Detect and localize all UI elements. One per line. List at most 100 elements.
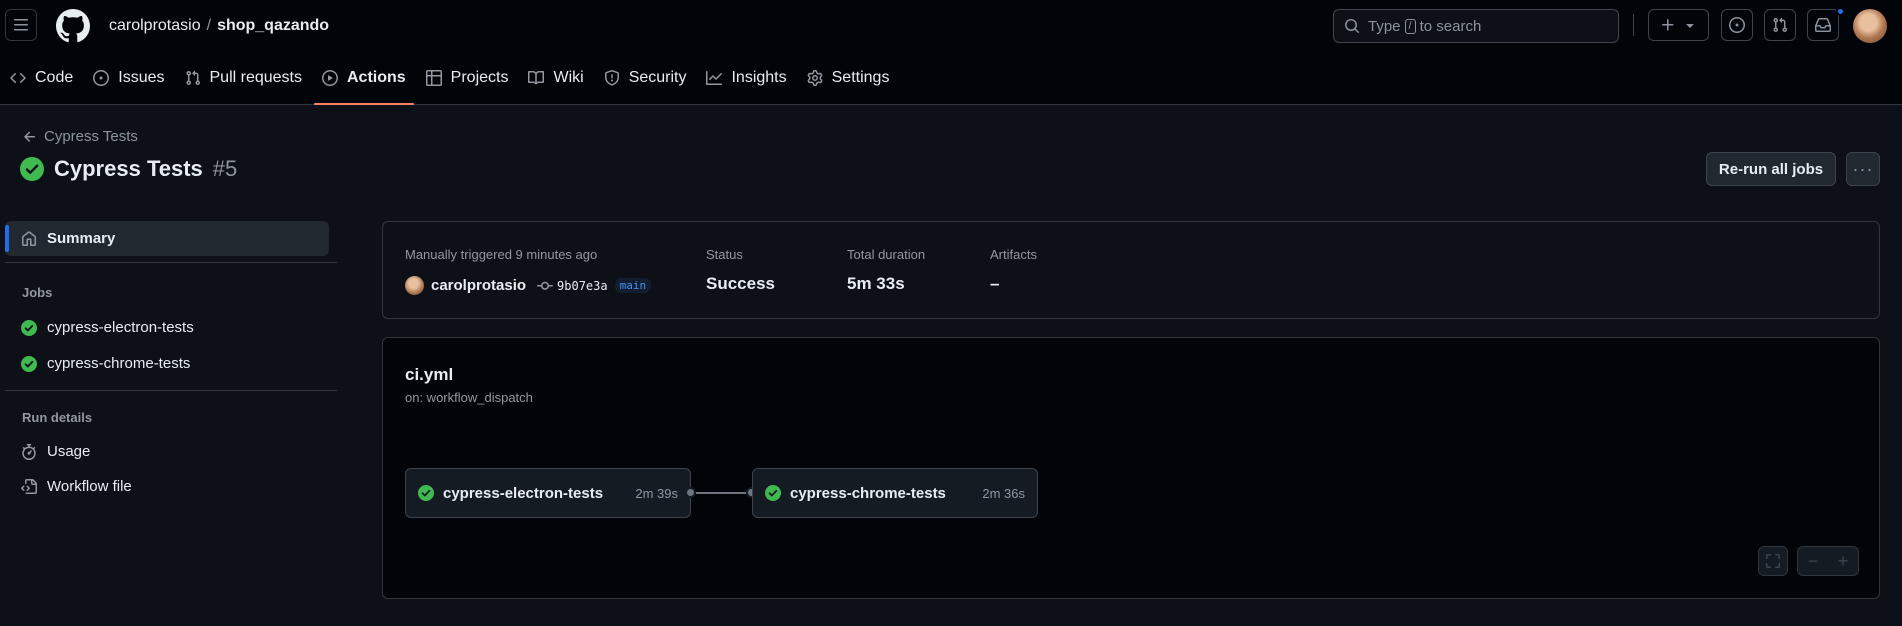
artifacts-label: Artifacts [990, 247, 1037, 262]
commit-sha-link[interactable]: 9b07e3a [537, 278, 608, 294]
menu-button[interactable] [5, 9, 37, 41]
actor-avatar[interactable] [405, 276, 424, 295]
search-suffix: to search [1419, 17, 1482, 35]
sidebar-divider [5, 262, 337, 263]
job-duration: 2m 39s [635, 485, 678, 501]
tab-actions-label: Actions [347, 69, 406, 86]
artifacts-value: – [990, 274, 1000, 293]
check-circle-fill-icon [418, 485, 434, 501]
graph-connector-line [696, 492, 746, 494]
back-to-workflow-link[interactable]: Cypress Tests [22, 128, 138, 145]
tab-actions[interactable]: Actions [312, 62, 416, 105]
graph-icon [706, 71, 723, 85]
git-pull-request-icon [185, 70, 200, 86]
sidebar-job-chrome[interactable]: cypress-chrome-tests [21, 355, 190, 372]
tab-wiki-label: Wiki [553, 69, 584, 86]
plus-icon [1661, 19, 1673, 31]
tab-code[interactable]: Code [0, 62, 83, 94]
zoom-controls: − + [1797, 546, 1859, 576]
job-node-chrome[interactable]: cypress-chrome-tests 2m 36s [752, 468, 1038, 518]
back-label: Cypress Tests [44, 128, 138, 145]
zoom-in-button[interactable]: + [1838, 551, 1849, 572]
fullscreen-button[interactable] [1758, 546, 1788, 576]
job-duration: 2m 36s [982, 485, 1025, 501]
zoom-out-button[interactable]: − [1808, 551, 1819, 572]
global-header: carolprotasio / shop_qazando Type / to sea… [0, 0, 1902, 105]
status-value: Success [706, 274, 775, 293]
repo-link[interactable]: shop_qazando [217, 17, 329, 34]
tab-wiki[interactable]: Wiki [518, 62, 593, 94]
pull-requests-button[interactable] [1764, 9, 1796, 41]
hamburger-icon [14, 19, 28, 31]
tab-pull-requests[interactable]: Pull requests [175, 62, 313, 94]
jobs-heading: Jobs [22, 285, 53, 300]
commit-sha: 9b07e3a [557, 278, 608, 293]
run-summary-card: Manually triggered 9 minutes ago carolpr… [382, 221, 1880, 319]
sidebar-divider [5, 390, 337, 391]
search-shortcut-key: / [1404, 18, 1416, 34]
trigger-label: Manually triggered 9 minutes ago [405, 247, 598, 262]
sidebar-item-workflow-file[interactable]: Workflow file [21, 478, 132, 495]
issues-button[interactable] [1721, 9, 1753, 41]
graph-connector-dot [685, 487, 696, 498]
tab-settings[interactable]: Settings [797, 62, 900, 94]
sidebar-item-usage-label: Usage [47, 443, 91, 460]
sidebar-item-workflow-file-label: Workflow file [47, 478, 132, 495]
duration-value: 5m 33s [847, 274, 905, 293]
run-number: #5 [212, 156, 238, 181]
triangle-down-icon [1685, 24, 1694, 28]
check-circle-fill-icon [21, 319, 37, 336]
notification-dot [1836, 7, 1845, 16]
tab-projects[interactable]: Projects [416, 62, 519, 94]
book-icon [528, 70, 545, 85]
workflow-file-name: ci.yml [405, 365, 454, 384]
breadcrumb-separator: / [206, 17, 212, 34]
git-commit-icon [537, 281, 554, 290]
header-divider [1633, 14, 1634, 36]
table-icon [425, 70, 442, 86]
owner-link[interactable]: carolprotasio [109, 17, 201, 34]
branch-label[interactable]: main [614, 278, 652, 293]
sidebar-item-usage[interactable]: Usage [21, 443, 90, 460]
screen-full-icon [1766, 554, 1780, 568]
tab-security[interactable]: Security [594, 62, 697, 94]
sidebar-job-electron[interactable]: cypress-electron-tests [21, 319, 194, 336]
inbox-icon [1815, 18, 1831, 32]
rerun-all-jobs-button[interactable]: Re-run all jobs [1706, 152, 1836, 186]
sidebar-item-summary[interactable]: Summary [5, 221, 329, 256]
issue-opened-icon [1729, 17, 1745, 33]
sidebar-job-label: cypress-chrome-tests [47, 355, 191, 372]
stopwatch-icon [22, 443, 36, 460]
tab-issues[interactable]: Issues [83, 62, 174, 94]
file-code-icon [21, 478, 37, 494]
status-label: Status [706, 247, 743, 262]
check-circle-fill-icon [21, 355, 37, 372]
workflow-trigger: on: workflow_dispatch [405, 390, 533, 405]
tab-insights-label: Insights [731, 69, 787, 86]
tab-code-label: Code [35, 69, 74, 86]
create-new-button[interactable] [1648, 9, 1709, 41]
tab-issues-label: Issues [118, 69, 165, 86]
tab-insights[interactable]: Insights [696, 62, 796, 94]
tab-security-label: Security [628, 69, 687, 86]
inbox-button[interactable] [1807, 9, 1839, 41]
job-name: cypress-electron-tests [443, 484, 604, 502]
issue-opened-icon [93, 70, 110, 86]
user-avatar[interactable] [1853, 9, 1887, 43]
tab-pull-requests-label: Pull requests [209, 69, 303, 86]
job-node-electron[interactable]: cypress-electron-tests 2m 39s [405, 468, 691, 518]
more-options-button[interactable]: ··· [1846, 152, 1880, 186]
actor-link[interactable]: carolprotasio [431, 277, 526, 294]
tab-settings-label: Settings [831, 69, 890, 86]
check-circle-fill-icon [765, 485, 781, 501]
search-input[interactable]: Type / to search [1333, 9, 1619, 43]
workflow-graph-card: ci.yml on: workflow_dispatch cypress-ele… [382, 337, 1880, 599]
duration-label: Total duration [847, 247, 926, 262]
search-prefix: Type [1368, 17, 1401, 35]
github-logo-icon[interactable] [56, 9, 90, 43]
repo-breadcrumb: carolprotasio / shop_qazando [109, 17, 329, 35]
shield-icon [604, 70, 619, 86]
play-icon [322, 70, 338, 86]
repo-nav: Code Issues Pull requests Actions Projec… [0, 62, 899, 105]
code-icon [10, 72, 26, 84]
